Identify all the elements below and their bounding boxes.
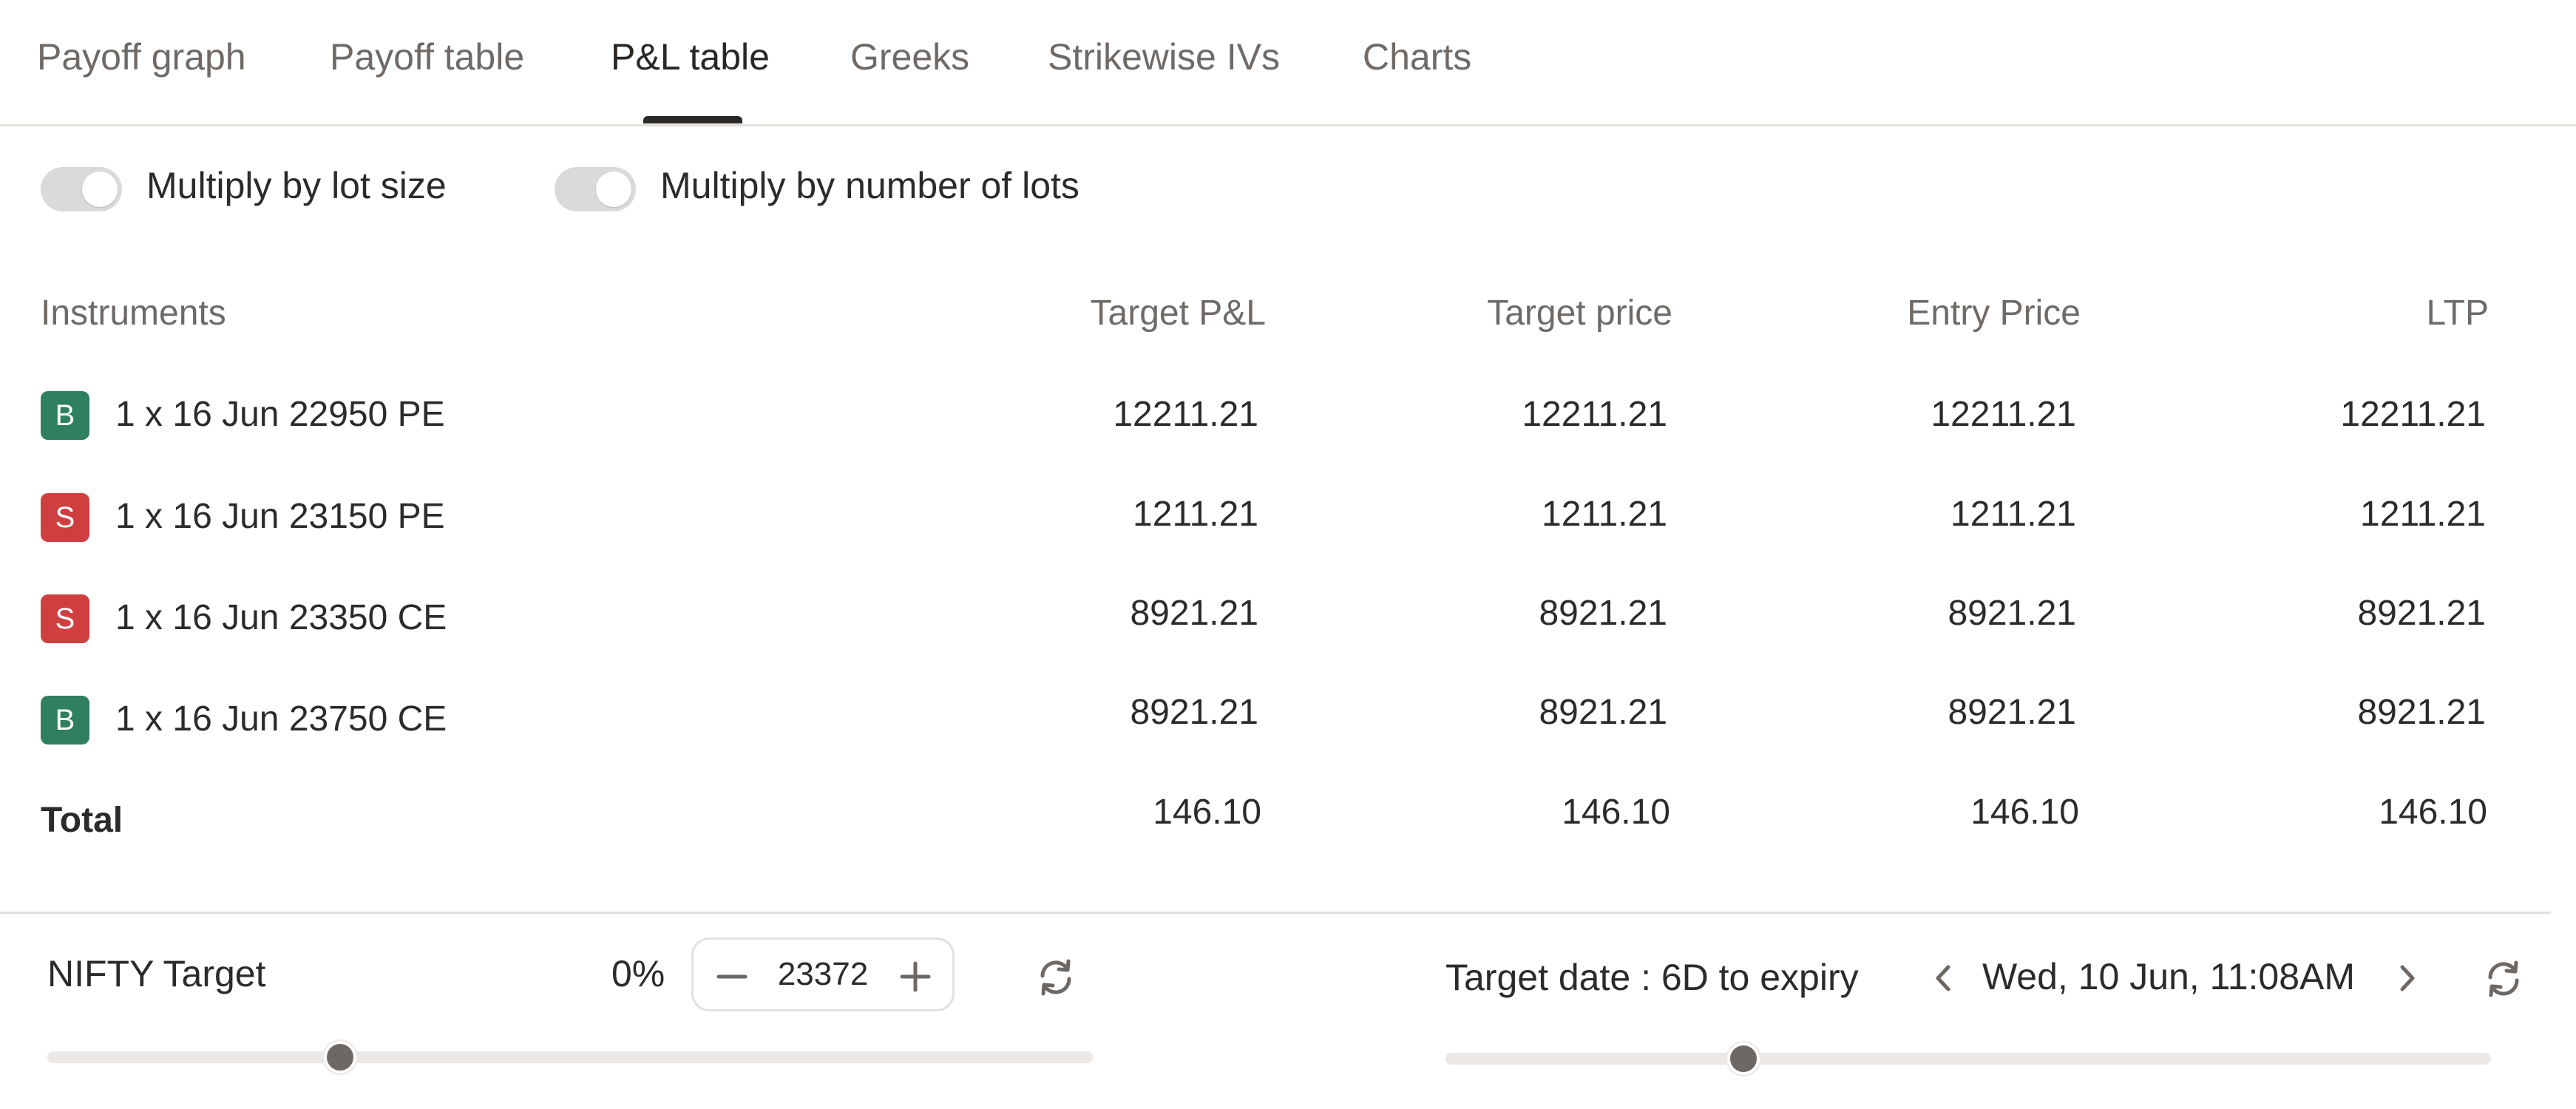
tab-strikewise-ivs[interactable]: Strikewise IVs xyxy=(1048,35,1280,78)
entry-price-value: 1211.21 xyxy=(1950,495,2076,534)
multiply-num-lots-toggle[interactable] xyxy=(555,167,636,211)
multiply-lot-size-toggle[interactable] xyxy=(41,167,122,211)
target-pl-value: 12211.21 xyxy=(1113,395,1258,434)
tab-payoff-table[interactable]: Payoff table xyxy=(330,35,524,78)
nifty-target-label: NIFTY Target xyxy=(47,953,266,994)
total-label: Total xyxy=(41,801,123,840)
target-pl-value: 1211.21 xyxy=(1133,495,1258,534)
tab-payoff-graph[interactable]: Payoff graph xyxy=(37,35,246,78)
total-entry-price: 146.10 xyxy=(1970,793,2079,832)
tab-greeks[interactable]: Greeks xyxy=(850,35,969,78)
minus-icon[interactable] xyxy=(708,952,756,999)
entry-price-value: 8921.21 xyxy=(1948,594,2076,633)
toggle-knob xyxy=(596,172,631,207)
target-price-value: 8921.21 xyxy=(1539,693,1667,732)
slider-thumb[interactable] xyxy=(323,1041,356,1074)
ltp-value: 8921.21 xyxy=(2357,594,2486,633)
buy-badge: B xyxy=(41,391,89,440)
target-price-input[interactable]: 23372 xyxy=(753,956,893,993)
header-instruments: Instruments xyxy=(41,294,226,333)
target-pl-value: 8921.21 xyxy=(1130,594,1258,633)
total-ltp: 146.10 xyxy=(2379,793,2487,832)
instrument-name: 1 x 16 Jun 23150 PE xyxy=(115,497,445,536)
refresh-icon[interactable] xyxy=(2480,955,2527,1003)
target-percent: 0% xyxy=(611,953,665,994)
plus-icon[interactable] xyxy=(892,952,939,999)
total-target-price: 146.10 xyxy=(1562,793,1670,832)
entry-price-value: 8921.21 xyxy=(1948,693,2076,732)
section-divider xyxy=(0,912,2551,914)
tab-pl-table[interactable]: P&L table xyxy=(611,35,770,78)
target-pl-value: 8921.21 xyxy=(1130,693,1258,732)
multiply-lot-size-label: Multiply by lot size xyxy=(146,165,447,206)
header-ltp: LTP xyxy=(2426,294,2489,333)
chevron-right-icon[interactable] xyxy=(2388,960,2425,997)
header-target-price: Target price xyxy=(1487,294,1672,333)
entry-price-value: 12211.21 xyxy=(1931,395,2076,434)
ltp-value: 8921.21 xyxy=(2357,693,2486,732)
target-date-value: Wed, 10 Jun, 11:08AM xyxy=(1982,956,2356,997)
pl-table-panel: Payoff graph Payoff table P&L table Gree… xyxy=(0,0,2576,1109)
total-target-pl: 146.10 xyxy=(1153,793,1261,832)
tab-charts[interactable]: Charts xyxy=(1363,35,1471,78)
target-price-slider[interactable] xyxy=(47,1041,1093,1074)
target-date-label: Target date : 6D to expiry xyxy=(1445,957,1859,998)
sell-badge: S xyxy=(41,493,89,542)
target-date-slider[interactable] xyxy=(1445,1042,2491,1075)
buy-badge: B xyxy=(41,696,89,745)
active-tab-indicator xyxy=(643,116,742,123)
refresh-icon[interactable] xyxy=(1032,954,1079,1001)
ltp-value: 1211.21 xyxy=(2360,495,2486,534)
slider-thumb[interactable] xyxy=(1726,1042,1760,1075)
header-entry-price: Entry Price xyxy=(1907,294,2081,333)
sell-badge: S xyxy=(41,594,89,643)
tab-bar: Payoff graph Payoff table P&L table Gree… xyxy=(0,0,2576,126)
multiply-num-lots-label: Multiply by number of lots xyxy=(660,165,1079,206)
header-target-pl: Target P&L xyxy=(1090,294,1266,333)
instrument-name: 1 x 16 Jun 23750 CE xyxy=(115,699,447,739)
ltp-value: 12211.21 xyxy=(2340,395,2486,434)
instrument-name: 1 x 16 Jun 23350 CE xyxy=(115,598,447,637)
target-price-value: 1211.21 xyxy=(1542,495,1667,534)
target-price-value: 12211.21 xyxy=(1522,395,1667,434)
chevron-left-icon[interactable] xyxy=(1925,960,1962,997)
target-price-stepper: 23372 xyxy=(691,937,955,1011)
instrument-name: 1 x 16 Jun 22950 PE xyxy=(115,395,445,434)
toggle-knob xyxy=(82,172,118,207)
target-price-value: 8921.21 xyxy=(1539,594,1667,633)
